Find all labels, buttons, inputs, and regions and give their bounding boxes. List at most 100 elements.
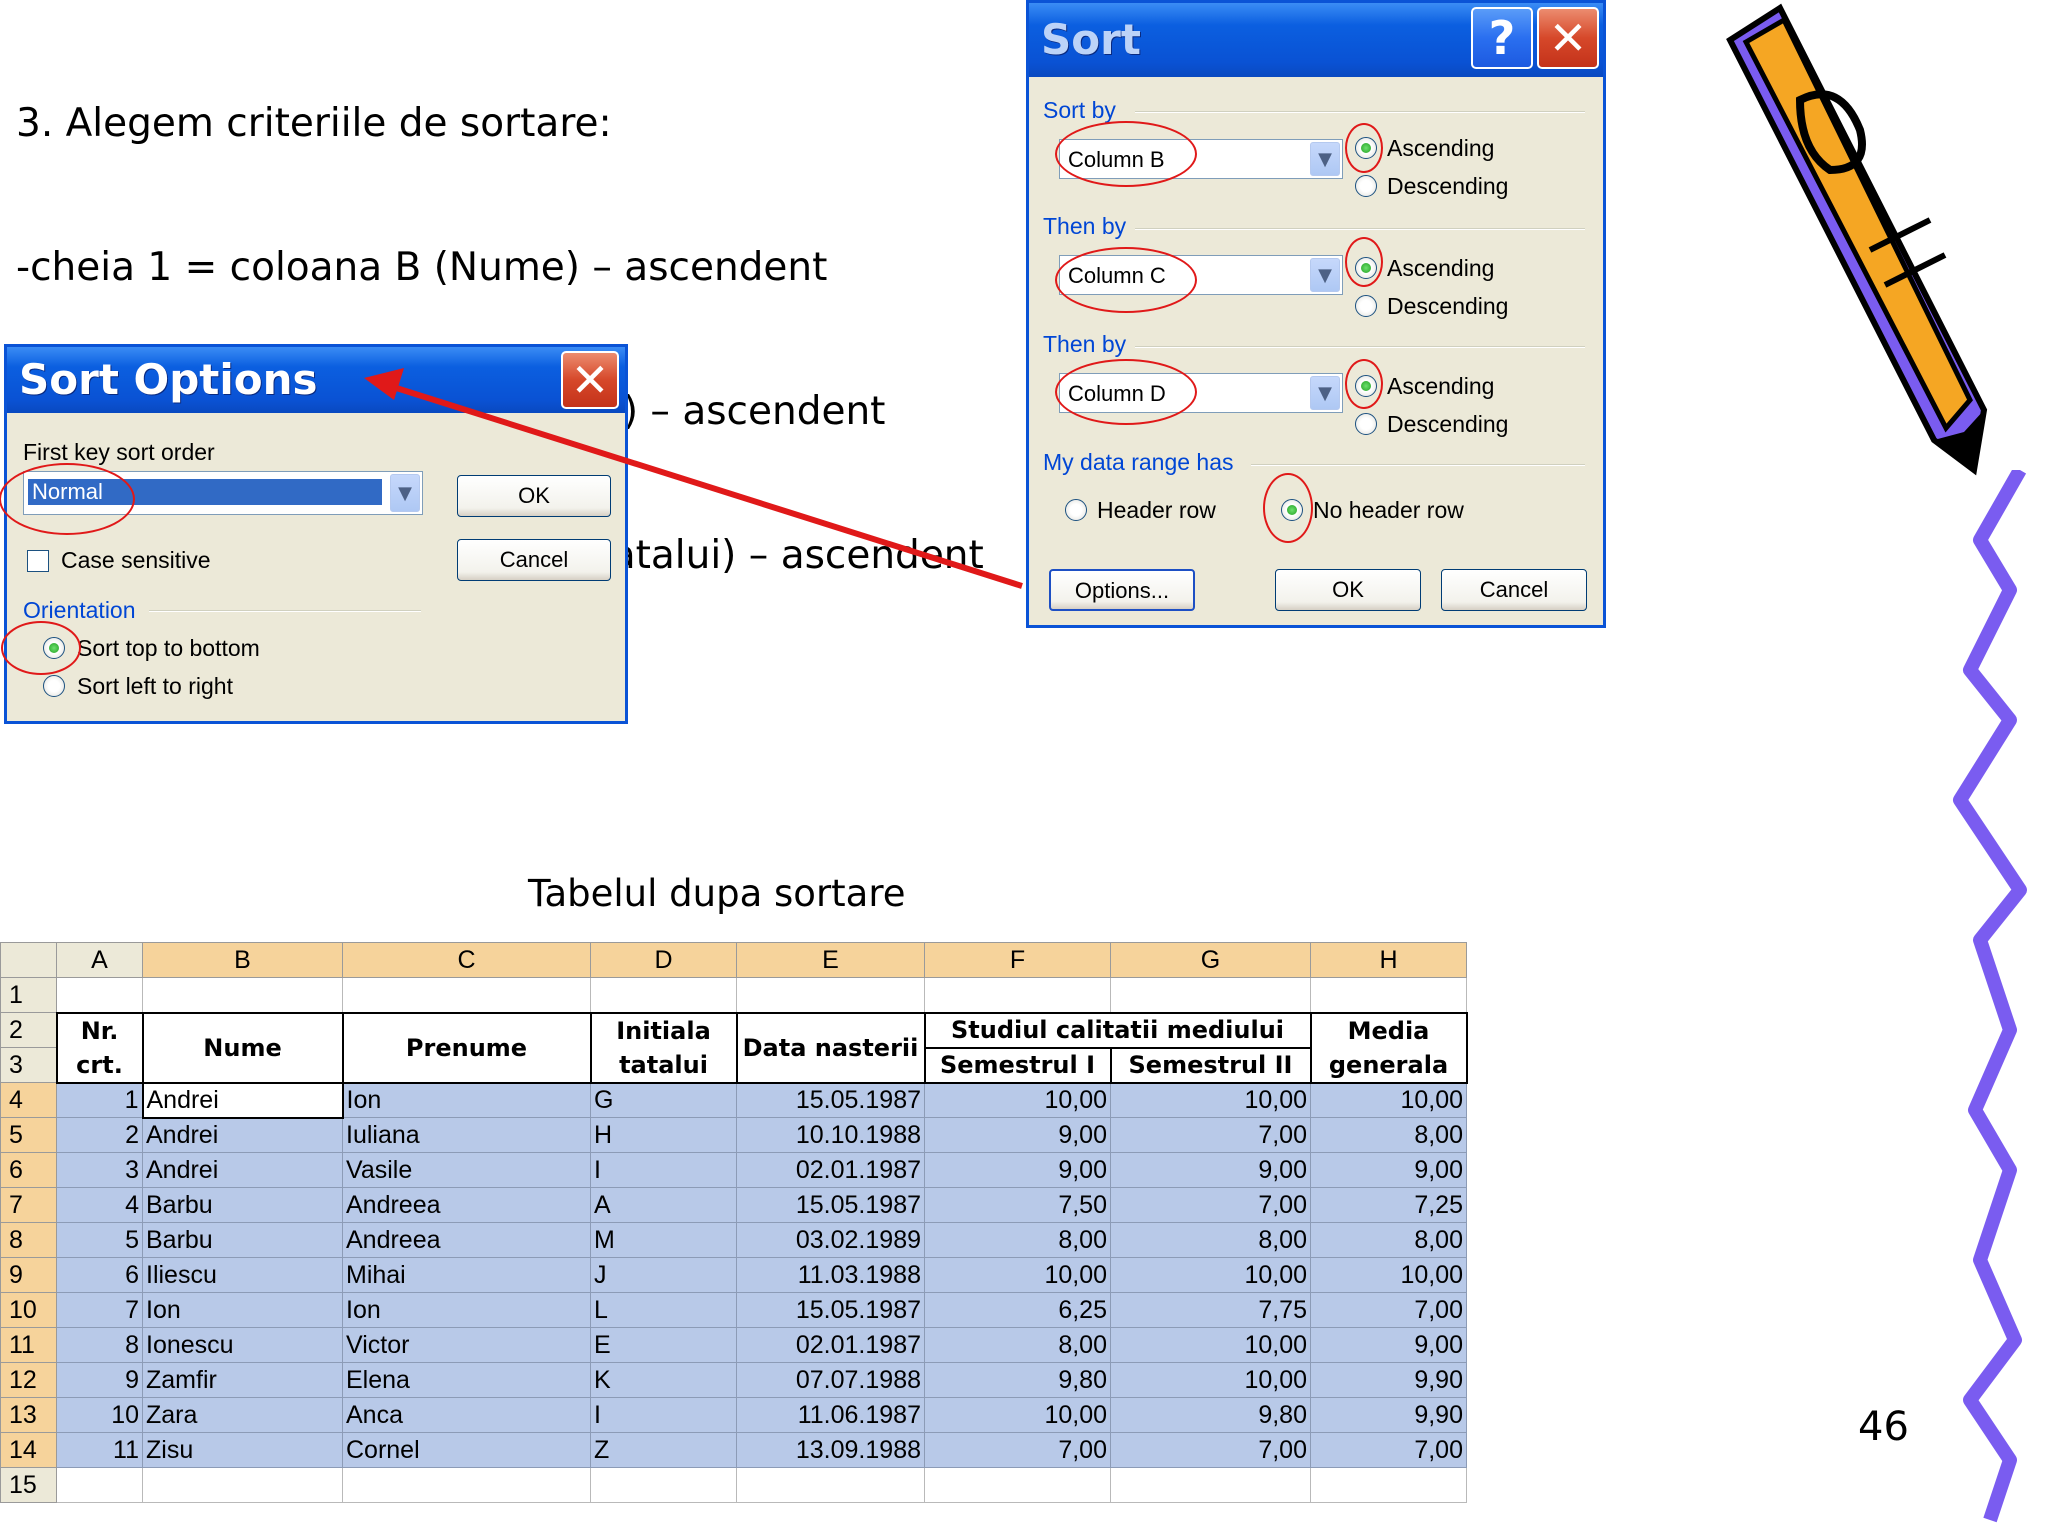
cell-nume[interactable]: Barbu [142, 1187, 343, 1223]
cell-data-nasterii[interactable]: 02.01.1987 [736, 1152, 925, 1188]
header-media[interactable]: Media generala [1309, 1011, 1468, 1084]
cell-nr[interactable]: 7 [56, 1292, 143, 1328]
cell-data-nasterii[interactable]: 15.05.1987 [736, 1187, 925, 1223]
cell-data-nasterii[interactable]: 11.03.1988 [736, 1257, 925, 1293]
cell-nr[interactable]: 9 [56, 1362, 143, 1398]
header-nr-crt[interactable]: Nr. crt. [55, 1011, 144, 1084]
cell-initiala[interactable]: M [590, 1222, 737, 1258]
cell-nr[interactable]: 10 [56, 1397, 143, 1433]
cell-nume[interactable]: Andrei [142, 1117, 343, 1153]
cell-semestrul-1[interactable]: 8,00 [924, 1327, 1111, 1363]
cell[interactable] [342, 977, 591, 1013]
header-data-nasterii[interactable]: Data nasterii [735, 1011, 926, 1084]
cell-nume[interactable]: Andrei [141, 1081, 344, 1119]
cell-media[interactable]: 9,90 [1310, 1362, 1467, 1398]
cell-media[interactable]: 8,00 [1310, 1222, 1467, 1258]
cell-semestrul-2[interactable]: 10,00 [1110, 1327, 1311, 1363]
header-studiul[interactable]: Studiul calitatii mediului [923, 1011, 1312, 1049]
cell-initiala[interactable]: I [590, 1397, 737, 1433]
cell-nume[interactable]: Ionescu [142, 1327, 343, 1363]
cell-nr[interactable]: 4 [56, 1187, 143, 1223]
cell-nume[interactable]: Iliescu [142, 1257, 343, 1293]
cell-semestrul-1[interactable]: 9,00 [924, 1152, 1111, 1188]
cell-semestrul-1[interactable]: 7,50 [924, 1187, 1111, 1223]
cell-prenume[interactable]: Andreea [342, 1222, 591, 1258]
cell-prenume[interactable]: Cornel [342, 1432, 591, 1468]
cell-semestrul-2[interactable]: 10,00 [1110, 1362, 1311, 1398]
cell-semestrul-2[interactable]: 7,75 [1110, 1292, 1311, 1328]
cell-semestrul-1[interactable]: 9,00 [924, 1117, 1111, 1153]
header-nume[interactable]: Nume [141, 1011, 344, 1084]
cell[interactable] [142, 977, 343, 1013]
column-header-a[interactable]: A [56, 942, 143, 978]
cell-semestrul-1[interactable]: 8,00 [924, 1222, 1111, 1258]
cell-semestrul-2[interactable]: 7,00 [1110, 1432, 1311, 1468]
cell-initiala[interactable]: A [590, 1187, 737, 1223]
cell-prenume[interactable]: Vasile [342, 1152, 591, 1188]
cell-initiala[interactable]: K [590, 1362, 737, 1398]
column-header-c[interactable]: C [342, 942, 591, 978]
cell-initiala[interactable]: G [590, 1082, 737, 1118]
cell[interactable] [736, 1467, 925, 1503]
cell-semestrul-2[interactable]: 8,00 [1110, 1222, 1311, 1258]
cell-media[interactable]: 7,25 [1310, 1187, 1467, 1223]
row-header[interactable]: 14 [0, 1432, 57, 1468]
cell-nr[interactable]: 8 [56, 1327, 143, 1363]
cell-semestrul-2[interactable]: 10,00 [1110, 1082, 1311, 1118]
header-semestrul-1[interactable]: Semestrul I [923, 1046, 1112, 1084]
header-semestrul-2[interactable]: Semestrul II [1109, 1046, 1312, 1084]
cell-semestrul-1[interactable]: 10,00 [924, 1397, 1111, 1433]
cell-nr[interactable]: 11 [56, 1432, 143, 1468]
cell[interactable] [56, 1467, 143, 1503]
column-header-h[interactable]: H [1310, 942, 1467, 978]
cell-media[interactable]: 9,00 [1310, 1152, 1467, 1188]
column-header-f[interactable]: F [924, 942, 1111, 978]
cell-prenume[interactable]: Andreea [342, 1187, 591, 1223]
cell-initiala[interactable]: L [590, 1292, 737, 1328]
cell-semestrul-2[interactable]: 7,00 [1110, 1187, 1311, 1223]
cell-semestrul-2[interactable]: 7,00 [1110, 1117, 1311, 1153]
cell[interactable] [142, 1467, 343, 1503]
column-header-e[interactable]: E [736, 942, 925, 978]
cell[interactable] [924, 1467, 1111, 1503]
cell-prenume[interactable]: Ion [342, 1292, 591, 1328]
row-header[interactable]: 1 [0, 977, 57, 1013]
cell[interactable] [1110, 977, 1311, 1013]
cell-initiala[interactable]: E [590, 1327, 737, 1363]
cell-media[interactable]: 10,00 [1310, 1082, 1467, 1118]
cell-semestrul-2[interactable]: 10,00 [1110, 1257, 1311, 1293]
cell-media[interactable]: 9,90 [1310, 1397, 1467, 1433]
row-header[interactable]: 5 [0, 1117, 57, 1153]
cell-semestrul-1[interactable]: 6,25 [924, 1292, 1111, 1328]
row-header[interactable]: 4 [0, 1082, 57, 1118]
cell-data-nasterii[interactable]: 13.09.1988 [736, 1432, 925, 1468]
row-header[interactable]: 12 [0, 1362, 57, 1398]
header-initiala[interactable]: Initiala tatalui [589, 1011, 738, 1084]
cell-nume[interactable]: Zamfir [142, 1362, 343, 1398]
cell-semestrul-1[interactable]: 7,00 [924, 1432, 1111, 1468]
cell[interactable] [1310, 1467, 1467, 1503]
cell-semestrul-2[interactable]: 9,00 [1110, 1152, 1311, 1188]
cell-media[interactable]: 8,00 [1310, 1117, 1467, 1153]
cell-data-nasterii[interactable]: 15.05.1987 [736, 1292, 925, 1328]
cell-data-nasterii[interactable]: 10.10.1988 [736, 1117, 925, 1153]
cell-media[interactable]: 7,00 [1310, 1432, 1467, 1468]
cell-data-nasterii[interactable]: 02.01.1987 [736, 1327, 925, 1363]
cell-media[interactable]: 9,00 [1310, 1327, 1467, 1363]
column-header-g[interactable]: G [1110, 942, 1311, 978]
cell[interactable] [342, 1467, 591, 1503]
cell-nume[interactable]: Ion [142, 1292, 343, 1328]
cell-nr[interactable]: 6 [56, 1257, 143, 1293]
cell-prenume[interactable]: Elena [342, 1362, 591, 1398]
cell-prenume[interactable]: Mihai [342, 1257, 591, 1293]
cell-initiala[interactable]: Z [590, 1432, 737, 1468]
row-header[interactable]: 10 [0, 1292, 57, 1328]
cell[interactable] [56, 977, 143, 1013]
cell-nume[interactable]: Zisu [142, 1432, 343, 1468]
select-all-corner[interactable] [0, 942, 57, 978]
cell[interactable] [1310, 977, 1467, 1013]
cell-prenume[interactable]: Iuliana [342, 1117, 591, 1153]
cell-data-nasterii[interactable]: 07.07.1988 [736, 1362, 925, 1398]
row-header[interactable]: 3 [0, 1047, 57, 1083]
row-header[interactable]: 8 [0, 1222, 57, 1258]
